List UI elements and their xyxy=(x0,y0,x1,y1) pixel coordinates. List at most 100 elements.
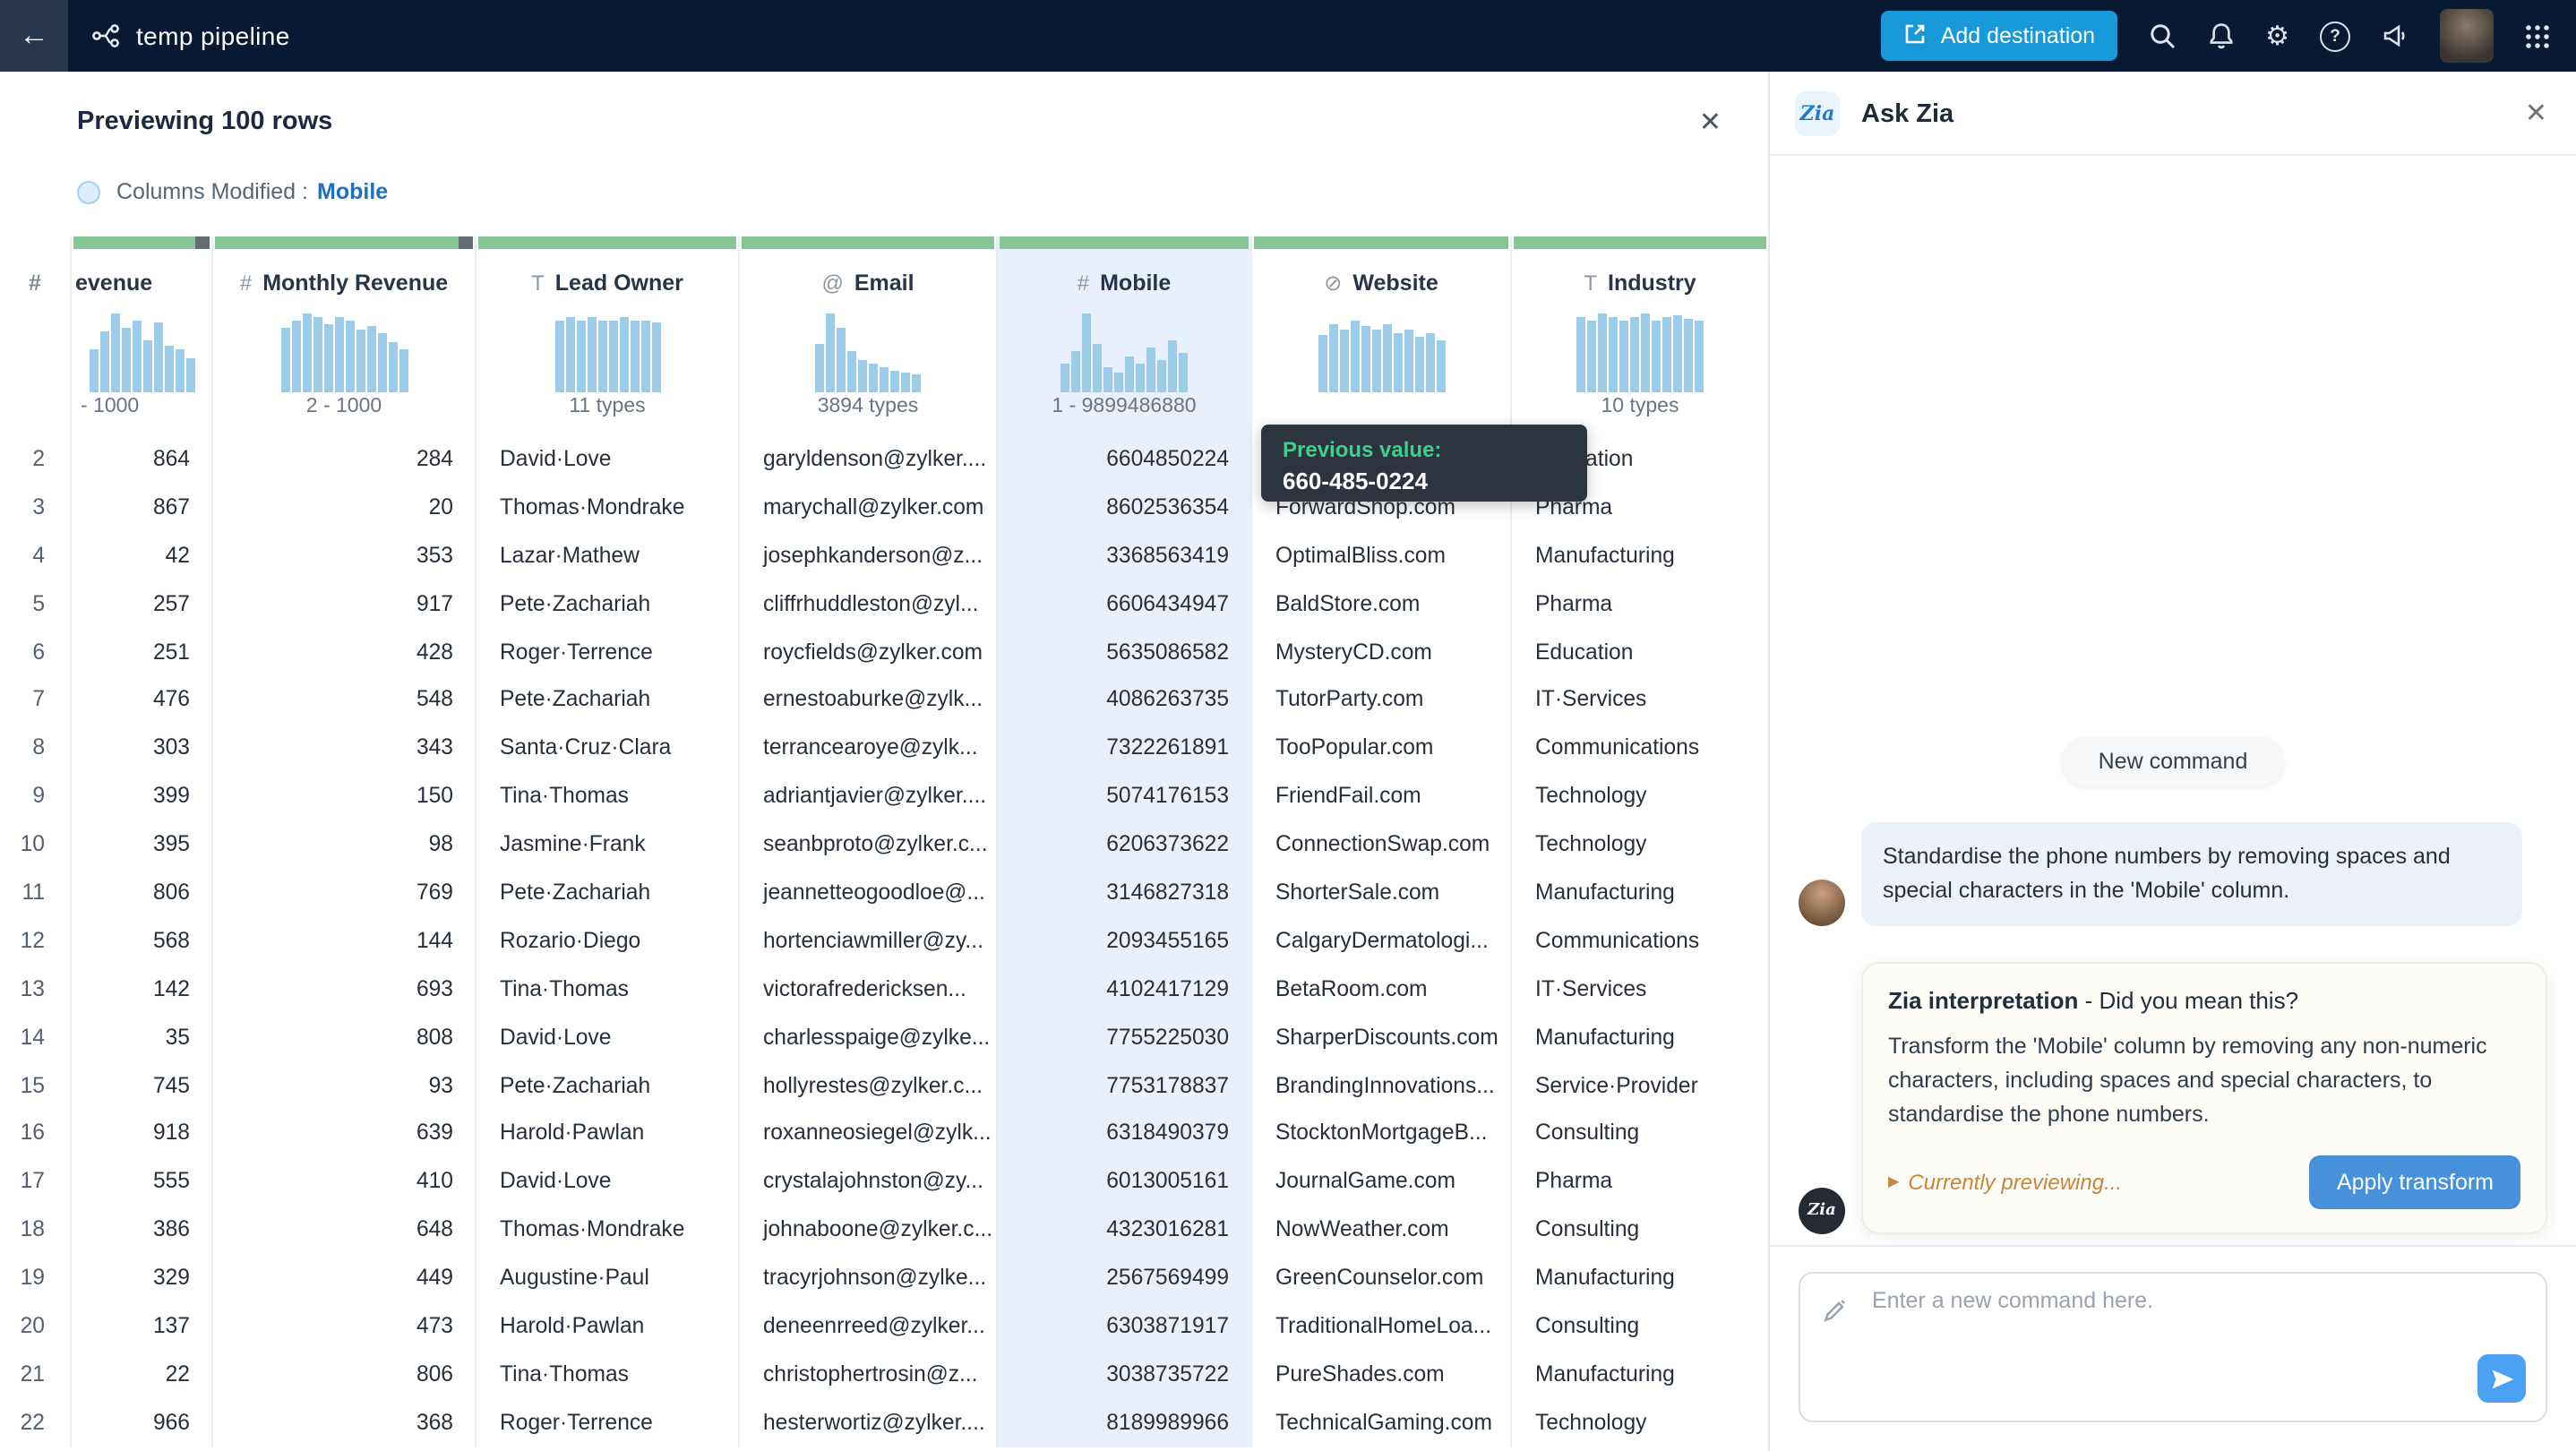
row-number[interactable]: 20 xyxy=(0,1302,70,1351)
cell-website[interactable]: GreenCounselor.com xyxy=(1252,1254,1510,1302)
cell-industry[interactable]: IT·Services xyxy=(1512,676,1768,725)
cell-owner[interactable]: Harold·Pawlan xyxy=(477,1110,738,1158)
cell-email[interactable]: deneenrreed@zylker... xyxy=(740,1302,996,1351)
row-number[interactable]: 21 xyxy=(0,1351,70,1399)
cell-owner[interactable]: Augustine·Paul xyxy=(477,1254,738,1302)
cell-industry[interactable]: Technology xyxy=(1512,1399,1768,1447)
cell-monthly[interactable]: 648 xyxy=(213,1206,475,1255)
row-number[interactable]: 4 xyxy=(0,532,70,580)
cell-owner[interactable]: Lazar·Mathew xyxy=(477,532,738,580)
cell-industry[interactable]: Manufacturing xyxy=(1512,869,1768,917)
cell-monthly[interactable]: 449 xyxy=(213,1254,475,1302)
cell-website[interactable]: FriendFail.com xyxy=(1252,772,1510,820)
modified-column-link[interactable]: Mobile xyxy=(317,179,388,204)
cell-website[interactable]: CalgaryDermatologi... xyxy=(1252,917,1510,966)
cell-website[interactable]: TutorParty.com xyxy=(1252,676,1510,725)
cell-monthly[interactable]: 150 xyxy=(213,772,475,820)
cell-revenue[interactable]: 137 xyxy=(72,1302,211,1351)
cell-email[interactable]: roxanneosiegel@zylk... xyxy=(740,1110,996,1158)
row-number[interactable]: 19 xyxy=(0,1254,70,1302)
cell-mobile[interactable]: 6013005161 xyxy=(998,1158,1250,1206)
cell-revenue[interactable]: 35 xyxy=(72,1013,211,1061)
cell-email[interactable]: crystalajohnston@zy... xyxy=(740,1158,996,1206)
cell-monthly[interactable]: 284 xyxy=(213,435,475,484)
cell-revenue[interactable]: 395 xyxy=(72,820,211,869)
cell-website[interactable]: SharperDiscounts.com xyxy=(1252,1013,1510,1061)
cell-email[interactable]: cliffrhuddleston@zyl... xyxy=(740,580,996,628)
cell-email[interactable]: terrancearoye@zylk... xyxy=(740,725,996,773)
cell-monthly[interactable]: 368 xyxy=(213,1399,475,1447)
cell-industry[interactable]: Communications xyxy=(1512,725,1768,773)
cell-email[interactable]: victorafredericksen... xyxy=(740,966,996,1014)
user-avatar[interactable] xyxy=(2440,9,2494,63)
row-number[interactable]: 8 xyxy=(0,725,70,773)
cell-revenue[interactable]: 257 xyxy=(72,580,211,628)
cell-owner[interactable]: Pete·Zachariah xyxy=(477,580,738,628)
cell-revenue[interactable]: 476 xyxy=(72,676,211,725)
cell-revenue[interactable]: 568 xyxy=(72,917,211,966)
cell-email[interactable]: marychall@zylker.com xyxy=(740,484,996,532)
cell-revenue[interactable]: 142 xyxy=(72,966,211,1014)
cell-monthly[interactable]: 343 xyxy=(213,725,475,773)
cell-website[interactable]: OptimalBliss.com xyxy=(1252,532,1510,580)
cell-revenue[interactable]: 42 xyxy=(72,532,211,580)
announcements-megaphone-icon[interactable] xyxy=(2381,21,2409,50)
cell-owner[interactable]: Roger·Terrence xyxy=(477,1399,738,1447)
cell-monthly[interactable]: 410 xyxy=(213,1158,475,1206)
cell-revenue[interactable]: 918 xyxy=(72,1110,211,1158)
cell-website[interactable]: PureShades.com xyxy=(1252,1351,1510,1399)
cell-mobile[interactable]: 2093455165 xyxy=(998,917,1250,966)
cell-owner[interactable]: Rozario·Diego xyxy=(477,917,738,966)
send-button[interactable] xyxy=(2477,1354,2526,1403)
cell-website[interactable]: JournalGame.com xyxy=(1252,1158,1510,1206)
cell-revenue[interactable]: 303 xyxy=(72,725,211,773)
cell-revenue[interactable]: 399 xyxy=(72,772,211,820)
cell-monthly[interactable]: 917 xyxy=(213,580,475,628)
cell-monthly[interactable]: 769 xyxy=(213,869,475,917)
cell-monthly[interactable]: 20 xyxy=(213,484,475,532)
cell-industry[interactable]: IT·Services xyxy=(1512,966,1768,1014)
cell-email[interactable]: hortenciawmiller@zy... xyxy=(740,917,996,966)
row-number[interactable]: 2 xyxy=(0,435,70,484)
cell-owner[interactable]: David·Love xyxy=(477,1013,738,1061)
row-number[interactable]: 17 xyxy=(0,1158,70,1206)
cell-email[interactable]: seanbproto@zylker.c... xyxy=(740,820,996,869)
cell-monthly[interactable]: 353 xyxy=(213,532,475,580)
column-header-index[interactable]: # xyxy=(0,260,70,306)
cell-industry[interactable]: Consulting xyxy=(1512,1206,1768,1255)
cell-owner[interactable]: Roger·Terrence xyxy=(477,628,738,676)
settings-gear-icon[interactable]: ⚙ xyxy=(2265,22,2289,49)
cell-owner[interactable]: Tina·Thomas xyxy=(477,772,738,820)
cell-revenue[interactable]: 329 xyxy=(72,1254,211,1302)
cell-mobile[interactable]: 2567569499 xyxy=(998,1254,1250,1302)
cell-monthly[interactable]: 639 xyxy=(213,1110,475,1158)
column-header-email[interactable]: @ Email xyxy=(740,260,996,306)
cell-monthly[interactable]: 98 xyxy=(213,820,475,869)
row-number[interactable]: 13 xyxy=(0,966,70,1014)
cell-mobile[interactable]: 8189989966 xyxy=(998,1399,1250,1447)
cell-mobile[interactable]: 7755225030 xyxy=(998,1013,1250,1061)
cell-mobile[interactable]: 3038735722 xyxy=(998,1351,1250,1399)
cell-email[interactable]: johnaboone@zylker.c... xyxy=(740,1206,996,1255)
cell-mobile[interactable]: 5074176153 xyxy=(998,772,1250,820)
cell-mobile[interactable]: 6604850224 xyxy=(998,435,1250,484)
cell-revenue[interactable]: 386 xyxy=(72,1206,211,1255)
cell-email[interactable]: hesterwortiz@zylker.... xyxy=(740,1399,996,1447)
cell-email[interactable]: ernestoaburke@zylk... xyxy=(740,676,996,725)
cell-industry[interactable]: Pharma xyxy=(1512,1158,1768,1206)
cell-industry[interactable]: Consulting xyxy=(1512,1302,1768,1351)
cell-email[interactable]: jeannetteogoodloe@... xyxy=(740,869,996,917)
zia-close-icon[interactable]: ✕ xyxy=(2525,100,2547,127)
cell-industry[interactable]: Communications xyxy=(1512,917,1768,966)
cell-owner[interactable]: Tina·Thomas xyxy=(477,1351,738,1399)
cell-email[interactable]: josephkanderson@z... xyxy=(740,532,996,580)
cell-email[interactable]: charlesspaige@zylke... xyxy=(740,1013,996,1061)
cell-email[interactable]: christophertrosin@z... xyxy=(740,1351,996,1399)
command-input[interactable] xyxy=(1868,1284,2524,1363)
cell-industry[interactable]: Manufacturing xyxy=(1512,532,1768,580)
cell-mobile[interactable]: 6303871917 xyxy=(998,1302,1250,1351)
cell-mobile[interactable]: 6318490379 xyxy=(998,1110,1250,1158)
cell-owner[interactable]: David·Love xyxy=(477,1158,738,1206)
cell-owner[interactable]: Harold·Pawlan xyxy=(477,1302,738,1351)
cell-monthly[interactable]: 428 xyxy=(213,628,475,676)
